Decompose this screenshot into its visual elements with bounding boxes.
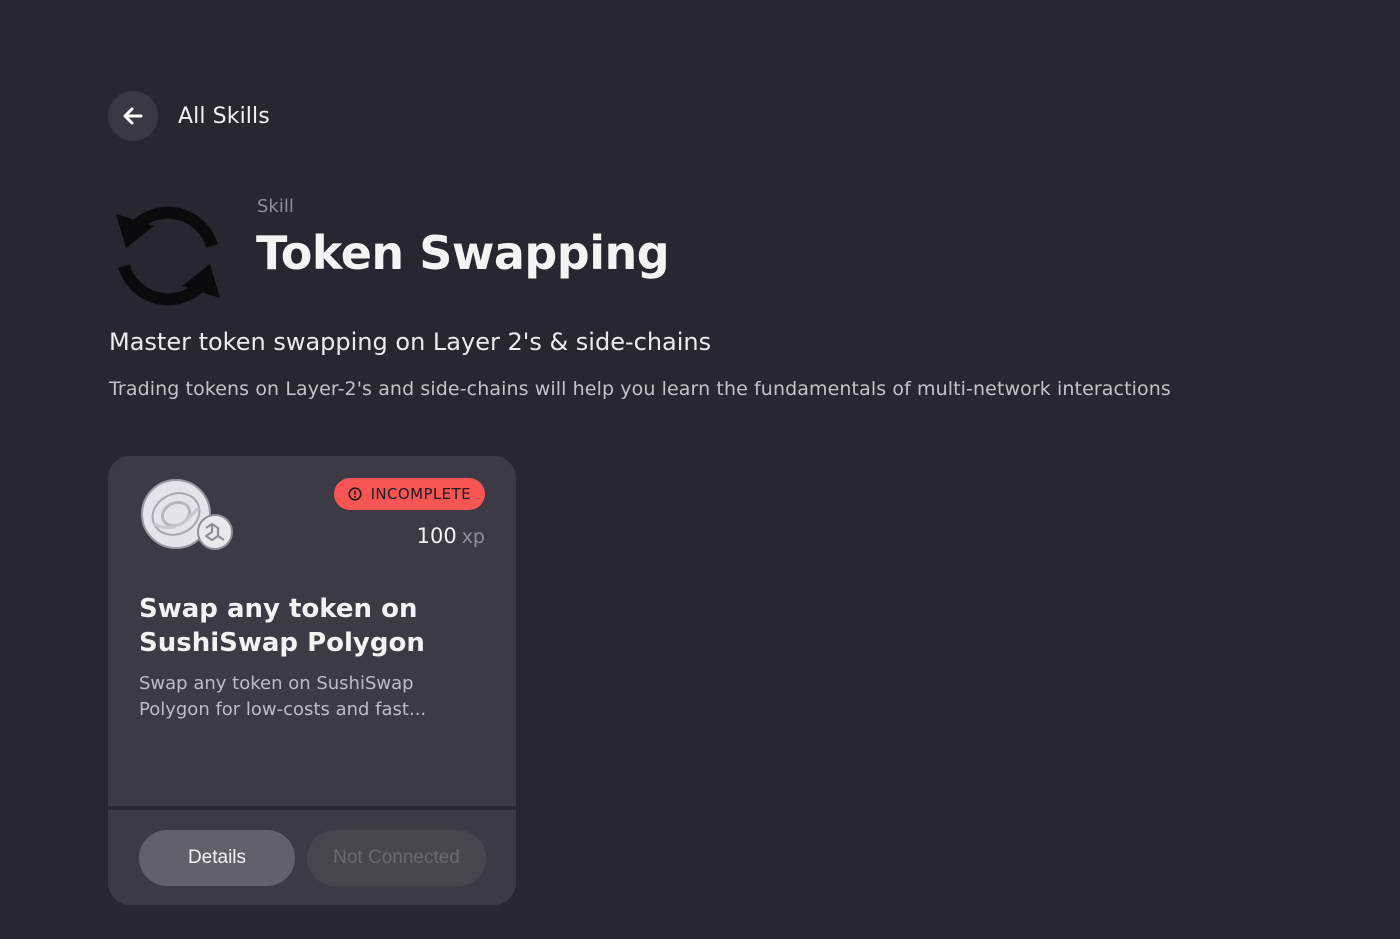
quest-card[interactable]: INCOMPLETE 100 xp Swap any token on Sush… <box>108 456 516 905</box>
alert-circle-icon <box>348 487 362 501</box>
status-badge: INCOMPLETE <box>333 478 485 510</box>
quest-title: Swap any token on SushiSwap Polygon <box>139 594 425 658</box>
not-connected-button[interactable]: Not Connected <box>307 829 486 886</box>
quest-actions: Details Not Connected <box>108 810 516 905</box>
xp-value: 100 <box>416 524 457 548</box>
back-button[interactable] <box>108 91 158 141</box>
status-label: INCOMPLETE <box>370 485 471 503</box>
quest-card-body: INCOMPLETE 100 xp Swap any token on Sush… <box>108 456 516 806</box>
back-label[interactable]: All Skills <box>178 104 270 129</box>
sushiswap-polygon-logo <box>141 479 233 550</box>
skill-description: Trading tokens on Layer-2's and side-cha… <box>109 378 1171 400</box>
skill-subtitle: Master token swapping on Layer 2's & sid… <box>109 328 712 356</box>
xp-reward: 100 xp <box>417 524 485 548</box>
details-button[interactable]: Details <box>139 829 295 886</box>
refresh-cycle-icon <box>116 206 220 306</box>
page-title: Token Swapping <box>256 226 670 280</box>
quest-description: Swap any token on SushiSwap Polygon for … <box>139 673 427 720</box>
skill-kicker: Skill <box>257 196 294 217</box>
arrow-left-icon <box>123 107 143 125</box>
back-to-all-skills[interactable]: All Skills <box>108 91 270 141</box>
xp-unit: xp <box>461 526 485 548</box>
